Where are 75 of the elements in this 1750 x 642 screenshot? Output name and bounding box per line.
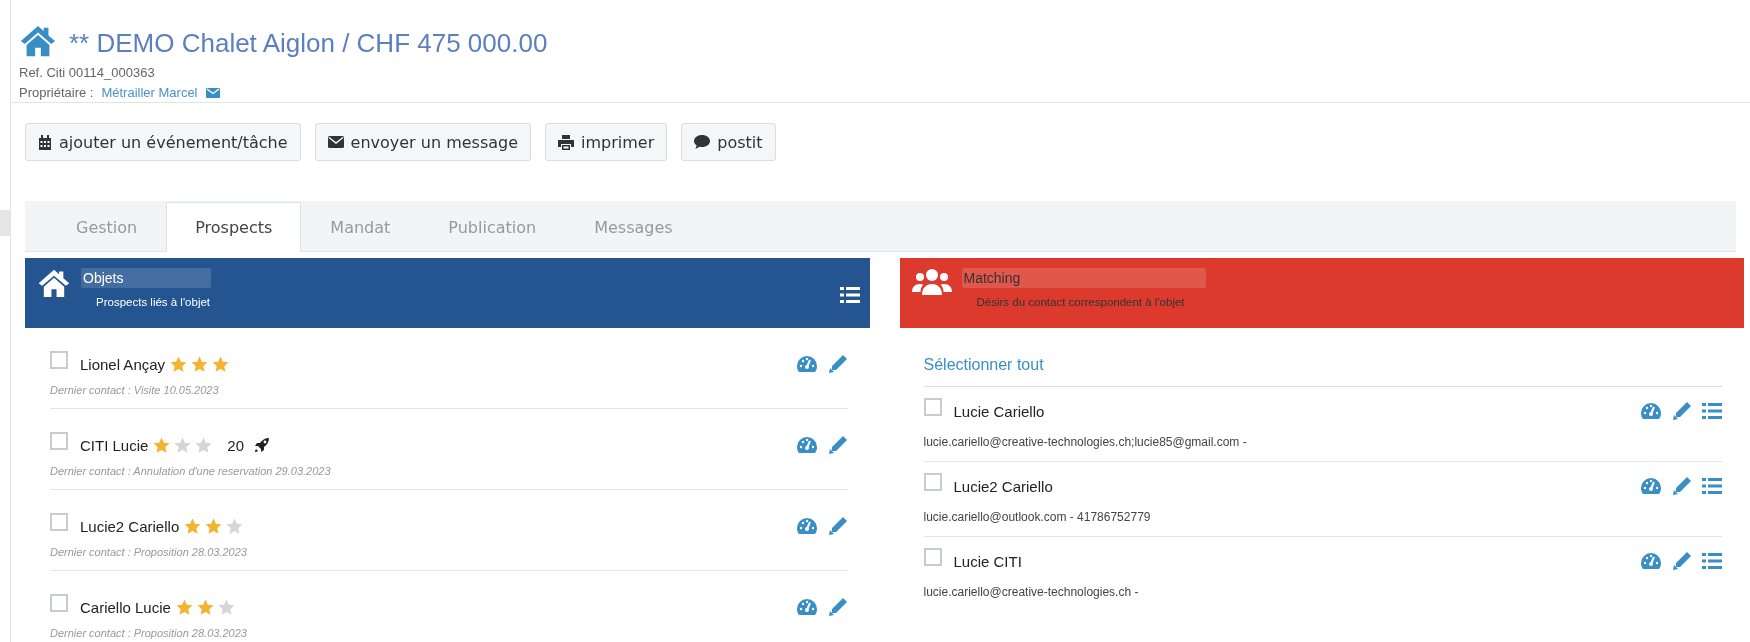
- contact-details-text: lucie.cariello@creative-technologies.ch;lucie85@gmail.com -: [923, 435, 1248, 449]
- gauge-icon[interactable]: [795, 436, 818, 454]
- pencil-icon[interactable]: [827, 435, 848, 455]
- pencil-icon[interactable]: [827, 516, 848, 536]
- last-contact-text: Dernier contact : Annulation d'une reservation 29.03.2023: [50, 465, 332, 477]
- star-icon: [225, 516, 245, 536]
- pencil-icon[interactable]: [1672, 476, 1692, 496]
- tab[interactable]: Prospects: [166, 202, 302, 252]
- gauge-icon[interactable]: [1640, 402, 1662, 420]
- contact-name[interactable]: Lucie CITI: [953, 552, 1022, 570]
- panel-subtitle: Désirs du contact correspondent à l'objet: [975, 296, 1186, 308]
- gauge-icon[interactable]: [1640, 477, 1662, 495]
- list-icon[interactable]: [1702, 402, 1722, 420]
- panel-title: Objets: [81, 268, 211, 288]
- checkbox[interactable]: [50, 594, 68, 612]
- star-icon: [211, 354, 231, 374]
- action-button[interactable]: envoyer un message: [314, 123, 532, 161]
- select-all-link[interactable]: Sélectionner tout: [923, 328, 1722, 387]
- prospect-name[interactable]: CITI Lucie: [80, 436, 149, 454]
- contact-details-text: lucie.cariello@outlook.com - 41786752779: [923, 510, 1152, 524]
- last-contact-text: Dernier contact : Proposition 28.03.2023: [50, 627, 248, 639]
- owner-label: Propriétaire :: [19, 85, 94, 100]
- star-icon: [204, 516, 224, 536]
- last-contact-text: Dernier contact : Proposition 28.03.2023: [50, 546, 248, 558]
- pencil-icon[interactable]: [827, 354, 848, 374]
- speech-bubble-icon: [694, 135, 711, 149]
- checkbox[interactable]: [923, 398, 942, 416]
- calendar-icon: [38, 134, 52, 150]
- gauge-icon[interactable]: [795, 517, 818, 535]
- list-icon[interactable]: [1702, 477, 1722, 495]
- gauge-icon[interactable]: [795, 598, 818, 616]
- list-icon[interactable]: [839, 286, 860, 304]
- gauge-icon[interactable]: [1640, 552, 1662, 570]
- contact-name[interactable]: Lucie Cariello: [953, 402, 1045, 420]
- pencil-icon[interactable]: [1672, 401, 1692, 421]
- action-button[interactable]: imprimer: [545, 123, 668, 161]
- users-icon: [911, 268, 952, 296]
- house-icon: [37, 268, 71, 297]
- star-icon: [195, 597, 215, 617]
- rocket-icon: [254, 437, 271, 453]
- house-icon: [19, 24, 57, 57]
- star-icon: [183, 516, 203, 536]
- star-icon: [152, 435, 172, 455]
- prospect-name[interactable]: Lucie2 Cariello: [80, 517, 180, 535]
- score-text: 20: [227, 436, 245, 454]
- checkbox[interactable]: [50, 351, 68, 369]
- contact-details-text: lucie.cariello@creative-technologies.ch -: [923, 585, 1140, 599]
- prospect-name[interactable]: Cariello Lucie: [80, 598, 171, 616]
- owner-link[interactable]: Métrailler Marcel: [101, 85, 198, 100]
- pencil-icon[interactable]: [1672, 551, 1692, 571]
- pencil-icon[interactable]: [827, 597, 848, 617]
- contact-name[interactable]: Lucie2 Cariello: [953, 477, 1053, 495]
- last-contact-text: Dernier contact : Visite 10.05.2023: [50, 384, 220, 396]
- gauge-icon[interactable]: [795, 355, 818, 373]
- star-icon: [169, 354, 189, 374]
- action-button[interactable]: postit: [681, 123, 776, 161]
- star-icon: [174, 597, 194, 617]
- reference-text: Ref. Citi 00114_000363: [19, 65, 156, 80]
- prospect-name[interactable]: Lionel Ançay: [80, 355, 166, 373]
- list-icon[interactable]: [1702, 552, 1722, 570]
- star-icon: [216, 597, 236, 617]
- star-icon: [173, 435, 193, 455]
- panel-subtitle: Prospects liés à l'objet: [95, 296, 211, 308]
- checkbox[interactable]: [923, 473, 942, 491]
- page-title: ** DEMO Chalet Aiglon / CHF 475 000.00: [69, 28, 548, 59]
- printer-icon: [558, 134, 575, 150]
- checkbox[interactable]: [50, 432, 68, 450]
- envelope-icon[interactable]: [205, 87, 220, 98]
- panel-title: Matching: [961, 268, 1206, 288]
- checkbox[interactable]: [50, 513, 68, 531]
- envelope-icon: [327, 136, 344, 148]
- star-icon: [194, 435, 214, 455]
- checkbox[interactable]: [923, 548, 942, 566]
- star-icon: [190, 354, 210, 374]
- action-button[interactable]: ajouter un événement/tâche: [25, 123, 301, 161]
